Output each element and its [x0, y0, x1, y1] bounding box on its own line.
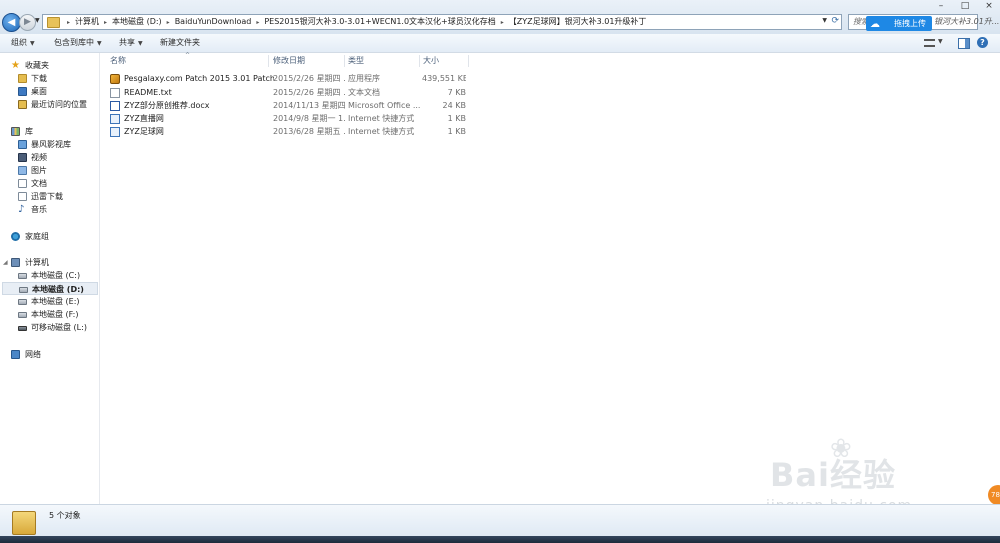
- cloud-icon: ☁: [870, 19, 880, 30]
- hard-drive-icon: [18, 273, 27, 279]
- nav-item-downloads[interactable]: 下载: [0, 72, 99, 85]
- video-icon: [18, 153, 27, 162]
- preview-pane-icon[interactable]: [958, 38, 970, 49]
- file-row[interactable]: Pesgalaxy.com Patch 2015 3.01 Patch Inst…: [110, 72, 470, 85]
- url-shortcut-icon: [110, 127, 120, 137]
- view-options-icon[interactable]: [924, 39, 935, 47]
- breadcrumb-item[interactable]: PES2015银河大补3.0-3.01+WECN1.0文本汉化+球员汉化存档: [261, 15, 498, 29]
- hard-drive-icon: [18, 312, 27, 318]
- video-library-icon: [18, 140, 27, 149]
- nav-network[interactable]: 网络: [0, 348, 99, 361]
- nav-item-drive-c[interactable]: 本地磁盘 (C:): [0, 269, 99, 282]
- nav-item-drive-d[interactable]: 本地磁盘 (D:): [2, 282, 98, 295]
- desktop-icon: [18, 87, 27, 96]
- nav-favorites[interactable]: ★ 收藏夹: [0, 59, 99, 72]
- forward-button[interactable]: ▶: [19, 14, 36, 31]
- nav-item-recent-places[interactable]: 最近访问的位置: [0, 98, 99, 111]
- folder-icon: [47, 17, 60, 28]
- recent-places-icon: [18, 100, 27, 109]
- music-icon: ♪: [18, 204, 25, 215]
- organize-menu[interactable]: 组织 ▼: [11, 34, 35, 52]
- breadcrumb-item[interactable]: 本地磁盘 (D:): [109, 15, 165, 29]
- column-header-type[interactable]: 类型: [348, 55, 364, 66]
- breadcrumb-item[interactable]: 计算机: [72, 15, 102, 29]
- nav-item-drive-e[interactable]: 本地磁盘 (E:): [0, 295, 99, 308]
- taskbar: [0, 536, 1000, 543]
- breadcrumb-item[interactable]: 【ZYZ足球网】银河大补3.01升级补丁: [506, 15, 650, 29]
- help-icon[interactable]: ?: [977, 37, 988, 48]
- breadcrumb: ▸ 计算机 ▸ 本地磁盘 (D:) ▸ BaiduYunDownload ▸ P…: [65, 15, 649, 29]
- sort-indicator-icon: ^: [185, 52, 191, 59]
- removable-drive-icon: [18, 326, 27, 331]
- folder-icon: [12, 511, 36, 535]
- share-menu[interactable]: 共享 ▼: [119, 34, 143, 52]
- file-row[interactable]: ZYZ直播网 2014/9/8 星期一 1... Internet 快捷方式 1…: [110, 112, 470, 125]
- window-controls: – □ ×: [936, 1, 994, 11]
- downloads-folder-icon: [18, 74, 27, 83]
- search-scope-text: 银河大补3.01升...: [934, 17, 1000, 26]
- drag-upload-button[interactable]: ☁ 拖拽上传: [866, 16, 932, 31]
- breadcrumb-item[interactable]: BaiduYunDownload: [172, 15, 255, 29]
- column-header-date[interactable]: 修改日期: [273, 55, 305, 66]
- documents-icon: [18, 179, 27, 188]
- nav-item-drive-f[interactable]: 本地磁盘 (F:): [0, 308, 99, 321]
- nav-item-documents[interactable]: 文档: [0, 177, 99, 190]
- navigation-pane: ★ 收藏夹 下载 桌面 最近访问的位置 库 暴风影视库 视频 图片 文档 迅雷下…: [0, 53, 100, 504]
- nav-libraries[interactable]: 库: [0, 125, 99, 138]
- file-row[interactable]: ZYZ足球网 2013/6/28 星期五 ... Internet 快捷方式 1…: [110, 125, 470, 138]
- txt-icon: [110, 88, 120, 98]
- new-folder-button[interactable]: 新建文件夹: [160, 34, 200, 52]
- url-shortcut-icon: [110, 114, 120, 124]
- nav-computer[interactable]: ◢ 计算机: [0, 256, 99, 269]
- hard-drive-icon: [19, 287, 28, 293]
- computer-icon: [11, 258, 20, 267]
- pictures-icon: [18, 166, 27, 175]
- view-options-dropdown[interactable]: ▼: [938, 38, 943, 45]
- floating-badge[interactable]: 78: [988, 485, 1000, 505]
- maximize-button[interactable]: □: [960, 1, 970, 11]
- file-row[interactable]: README.txt 2015/2/26 星期四 ... 文本文档 7 KB: [110, 86, 470, 99]
- column-header-name[interactable]: 名称: [110, 55, 126, 66]
- expand-triangle-icon[interactable]: ◢: [3, 256, 8, 269]
- nav-item-pictures[interactable]: 图片: [0, 164, 99, 177]
- recent-pages-dropdown[interactable]: ▼: [35, 17, 40, 24]
- include-in-library-menu[interactable]: 包含到库中 ▼: [54, 34, 102, 52]
- nav-item-removable-l[interactable]: 可移动磁盘 (L:): [0, 321, 99, 334]
- item-count: 5 个对象: [49, 511, 81, 520]
- file-list-header: 名称 修改日期 类型 大小: [101, 53, 1000, 68]
- nav-item-storm-video-library[interactable]: 暴风影视库: [0, 138, 99, 151]
- details-pane: 5 个对象: [0, 504, 1000, 537]
- nav-item-videos[interactable]: 视频: [0, 151, 99, 164]
- nav-item-thunder-downloads[interactable]: 迅雷下载: [0, 190, 99, 203]
- docx-icon: [110, 101, 120, 111]
- thunder-downloads-icon: [18, 192, 27, 201]
- file-row[interactable]: ZYZ部分原创推荐.docx 2014/11/13 星期四... Microso…: [110, 99, 470, 112]
- nav-item-music[interactable]: ♪ 音乐: [0, 203, 99, 216]
- exe-icon: [110, 74, 120, 84]
- network-icon: [11, 350, 20, 359]
- address-toolbar: ◀ ▶ ▼ ▸ 计算机 ▸ 本地磁盘 (D:) ▸ BaiduYunDownlo…: [0, 0, 1000, 35]
- close-button[interactable]: ×: [984, 1, 994, 11]
- address-dropdown[interactable]: ▼: [822, 17, 827, 24]
- minimize-button[interactable]: –: [936, 1, 946, 11]
- homegroup-icon: [11, 232, 20, 241]
- star-icon: ★: [11, 60, 20, 71]
- library-icon: [11, 127, 20, 136]
- refresh-icon[interactable]: ⟳: [831, 16, 839, 26]
- column-header-size[interactable]: 大小: [423, 55, 439, 66]
- command-bar: 组织 ▼ 包含到库中 ▼ 共享 ▼ 新建文件夹 ▼ ?: [0, 34, 1000, 53]
- nav-homegroup[interactable]: 家庭组: [0, 230, 99, 243]
- address-bar[interactable]: ▸ 计算机 ▸ 本地磁盘 (D:) ▸ BaiduYunDownload ▸ P…: [42, 14, 842, 30]
- hard-drive-icon: [18, 299, 27, 305]
- nav-item-desktop[interactable]: 桌面: [0, 85, 99, 98]
